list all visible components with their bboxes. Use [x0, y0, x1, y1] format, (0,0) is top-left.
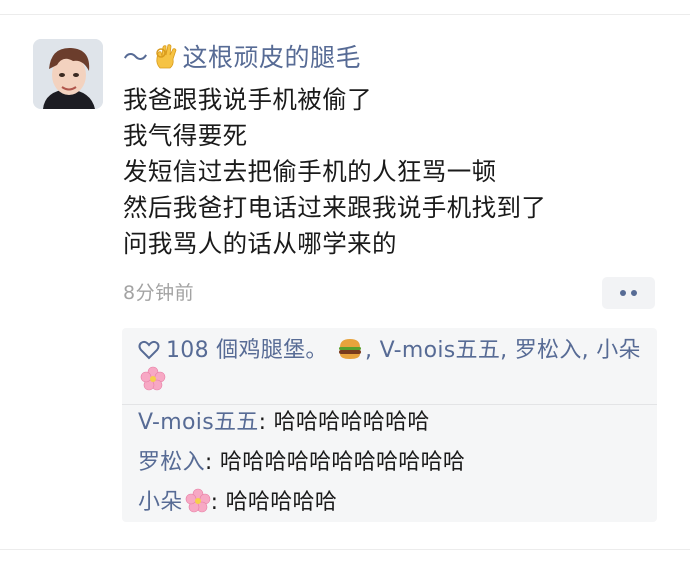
heart-outline-icon — [138, 340, 160, 360]
comment-row[interactable]: 罗松入: 哈哈哈哈哈哈哈哈哈哈哈 — [138, 448, 465, 478]
likes-separator: , — [364, 338, 373, 363]
avatar[interactable] — [33, 39, 103, 109]
post-line: 问我骂人的话从哪学来的 — [123, 229, 397, 258]
post-line: 我气得要死 — [123, 121, 248, 150]
more-dots-icon — [631, 290, 637, 296]
bottom-divider — [0, 549, 690, 550]
hamburger-emoji-icon — [338, 339, 361, 359]
cherry-blossom-emoji-icon — [140, 366, 166, 391]
post-author[interactable]: ～ 这根顽皮的腿毛 — [123, 38, 361, 74]
liker-name[interactable]: 小朵 — [596, 338, 641, 363]
comment-row[interactable]: 小朵 : 哈哈哈哈哈 — [138, 488, 337, 518]
comment-author[interactable]: 小朵 — [138, 490, 183, 515]
comment-author[interactable]: V-mois五五 — [138, 410, 259, 435]
post-line: 发短信过去把偷手机的人狂骂一顿 — [123, 157, 497, 186]
top-divider — [0, 14, 690, 15]
likes-comments-divider — [122, 404, 657, 405]
interaction-box: 108 個鸡腿堡。 , V-mois五五, 罗松入, 小朵 V-mois五五: … — [122, 328, 657, 522]
likes-count[interactable]: 108 個鸡腿堡。 — [166, 338, 328, 363]
liker-name[interactable]: 罗松入 — [515, 338, 582, 363]
post-line: 我爸跟我说手机被偷了 — [123, 85, 372, 114]
avatar-portrait-icon — [33, 39, 103, 109]
post-text: 我爸跟我说手机被偷了 我气得要死 发短信过去把偷手机的人狂骂一顿 然后我爸打电话… — [123, 82, 663, 262]
more-button[interactable] — [602, 277, 655, 309]
ok-hand-icon — [155, 44, 176, 69]
likes-separator: , — [500, 338, 508, 363]
author-name: 这根顽皮的腿毛 — [182, 43, 362, 72]
cherry-blossom-emoji-icon — [185, 488, 210, 513]
comment-text: : 哈哈哈哈哈哈哈哈哈哈哈 — [204, 450, 466, 475]
comment-text: : 哈哈哈哈哈哈哈 — [258, 410, 430, 435]
likes-row: 108 個鸡腿堡。 , V-mois五五, 罗松入, 小朵 — [138, 336, 648, 396]
liker-name[interactable]: V-mois五五 — [380, 338, 501, 363]
comment-author[interactable]: 罗松入 — [138, 450, 205, 475]
author-prefix: ～ — [123, 43, 149, 72]
post-line: 然后我爸打电话过来跟我说手机找到了 — [123, 193, 547, 222]
comment-row[interactable]: V-mois五五: 哈哈哈哈哈哈哈 — [138, 408, 430, 438]
post-timestamp: 8分钟前 — [123, 282, 195, 304]
likes-separator: , — [581, 338, 589, 363]
comment-text: : 哈哈哈哈哈 — [210, 490, 338, 515]
more-dots-icon — [620, 290, 626, 296]
